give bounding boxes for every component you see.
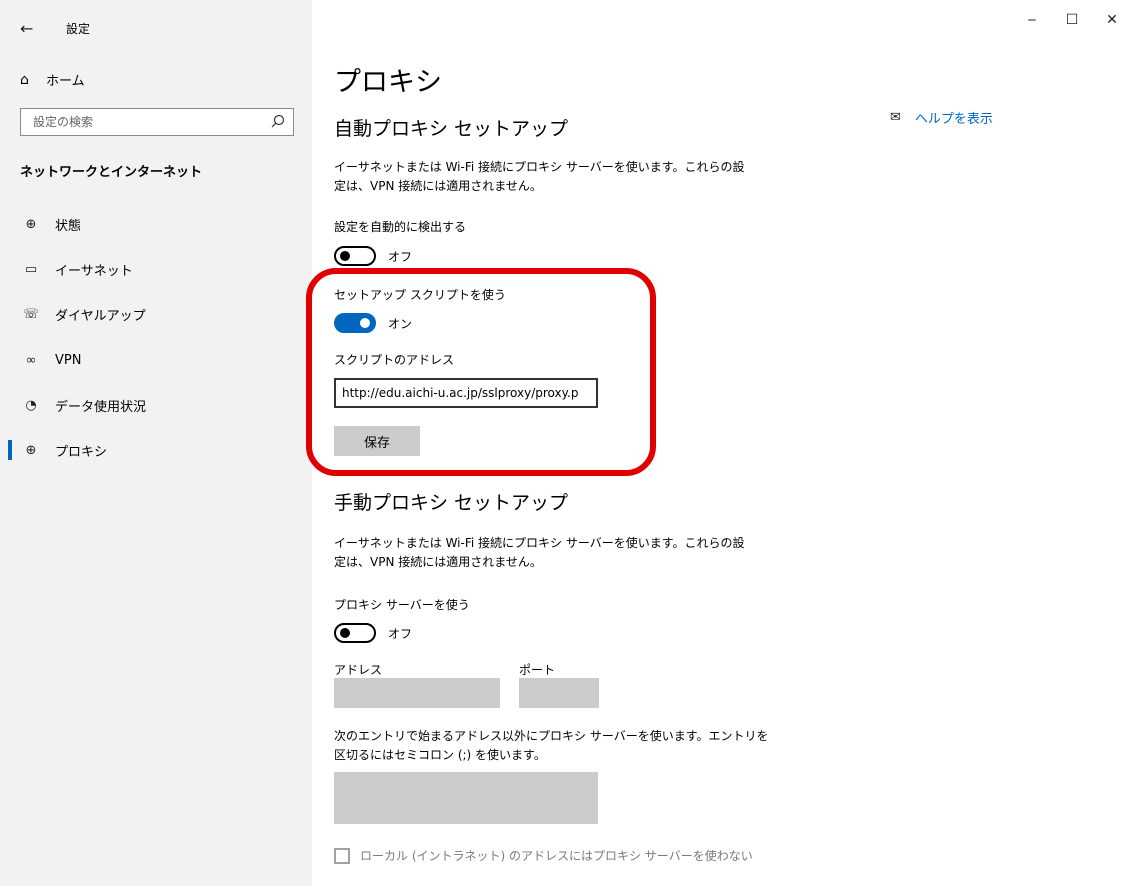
close-icon[interactable]: ✕ <box>1092 0 1132 40</box>
toggle-state: オフ <box>388 626 413 641</box>
toggle-switch[interactable] <box>334 313 376 333</box>
pie-chart-icon: ◔ <box>25 397 37 413</box>
dialup-icon: ☏ <box>22 306 40 322</box>
sidebar: ← 設定 ⌂ ホーム ネットワークとインターネット ⊕ 状態 ▭ イーサネット … <box>0 0 312 886</box>
port-label: ポート <box>519 663 556 677</box>
exceptions-input[interactable] <box>334 772 598 824</box>
sidebar-item-label: プロキシ <box>55 444 108 460</box>
auto-proxy-description: イーサネットまたは Wi-Fi 接続にプロキシ サーバーを使います。これらの設定… <box>334 160 745 193</box>
main-content: ‒ ☐ ✕ プロキシ ✉ ヘルプを表示 自動プロキシ セットアップ イーサネット… <box>306 0 1132 886</box>
toggle-switch[interactable] <box>334 623 376 643</box>
toggle-state: オン <box>388 316 413 331</box>
sidebar-item-label: ダイヤルアップ <box>55 308 146 324</box>
local-bypass-checkbox-row[interactable]: ローカル (イントラネット) のアドレスにはプロキシ サーバーを使わない <box>334 847 753 864</box>
help-link-label: ヘルプを表示 <box>914 112 993 127</box>
search-input[interactable] <box>21 109 273 135</box>
address-label: アドレス <box>334 663 383 677</box>
sidebar-item-proxy[interactable]: ⊕ プロキシ <box>0 430 312 470</box>
maximize-icon[interactable]: ☐ <box>1052 0 1092 40</box>
port-input[interactable] <box>519 678 599 708</box>
local-bypass-checkbox[interactable] <box>334 847 350 864</box>
globe-status-icon: ⊕ <box>25 216 37 232</box>
script-address-label: スクリプトのアドレス <box>334 353 455 367</box>
search-box[interactable] <box>20 108 294 136</box>
home-label: ホーム <box>46 74 85 89</box>
local-bypass-label: ローカル (イントラネット) のアドレスにはプロキシ サーバーを使わない <box>360 849 753 863</box>
save-button[interactable]: 保存 <box>334 426 420 456</box>
auto-proxy-heading: 自動プロキシ セットアップ <box>334 118 569 140</box>
use-proxy-label: プロキシ サーバーを使う <box>334 598 470 612</box>
sidebar-item-label: データ使用状況 <box>55 399 147 415</box>
toggle-switch[interactable] <box>334 246 376 266</box>
exceptions-description: 次のエントリで始まるアドレス以外にプロキシ サーバーを使います。エントリを区切る… <box>334 729 769 762</box>
selected-indicator <box>8 440 12 460</box>
window-controls: ‒ ☐ ✕ <box>1012 0 1132 40</box>
section-header: ネットワークとインターネット <box>20 165 203 180</box>
toggle-state: オフ <box>388 249 413 264</box>
sidebar-item-label: 状態 <box>55 218 82 234</box>
minimize-icon[interactable]: ‒ <box>1012 0 1052 40</box>
sidebar-item-status[interactable]: ⊕ 状態 <box>0 204 312 244</box>
arrow-left-icon[interactable]: ← <box>20 19 33 38</box>
manual-proxy-description: イーサネットまたは Wi-Fi 接続にプロキシ サーバーを使います。これらの設定… <box>334 536 745 569</box>
sidebar-item-dialup[interactable]: ☏ ダイヤルアップ <box>0 294 312 334</box>
sidebar-item-data-usage[interactable]: ◔ データ使用状況 <box>0 385 312 425</box>
globe-icon: ⊕ <box>25 442 37 458</box>
manual-proxy-heading: 手動プロキシ セットアップ <box>334 492 569 514</box>
app-title: 設定 <box>66 22 91 36</box>
detect-settings-toggle[interactable]: オフ <box>334 246 412 266</box>
page-title: プロキシ <box>334 67 442 98</box>
use-proxy-toggle[interactable]: オフ <box>334 623 412 643</box>
home-icon: ⌂ <box>20 71 29 88</box>
home-link[interactable]: ⌂ ホーム <box>20 70 85 90</box>
address-input[interactable] <box>334 678 500 708</box>
help-link[interactable]: ✉ ヘルプを表示 <box>890 108 993 127</box>
setup-script-label: セットアップ スクリプトを使う <box>334 288 506 302</box>
help-chat-icon: ✉ <box>890 110 901 125</box>
sidebar-item-label: イーサネット <box>55 263 133 279</box>
vpn-icon: ∞ <box>25 352 37 368</box>
search-icon[interactable] <box>271 114 285 128</box>
sidebar-item-vpn[interactable]: ∞ VPN <box>0 340 312 380</box>
monitor-ethernet-icon: ▭ <box>24 261 38 277</box>
script-address-input[interactable] <box>334 378 598 408</box>
sidebar-item-label: VPN <box>55 352 82 368</box>
setup-script-toggle[interactable]: オン <box>334 313 412 333</box>
sidebar-item-ethernet[interactable]: ▭ イーサネット <box>0 249 312 289</box>
detect-settings-label: 設定を自動的に検出する <box>334 220 467 234</box>
